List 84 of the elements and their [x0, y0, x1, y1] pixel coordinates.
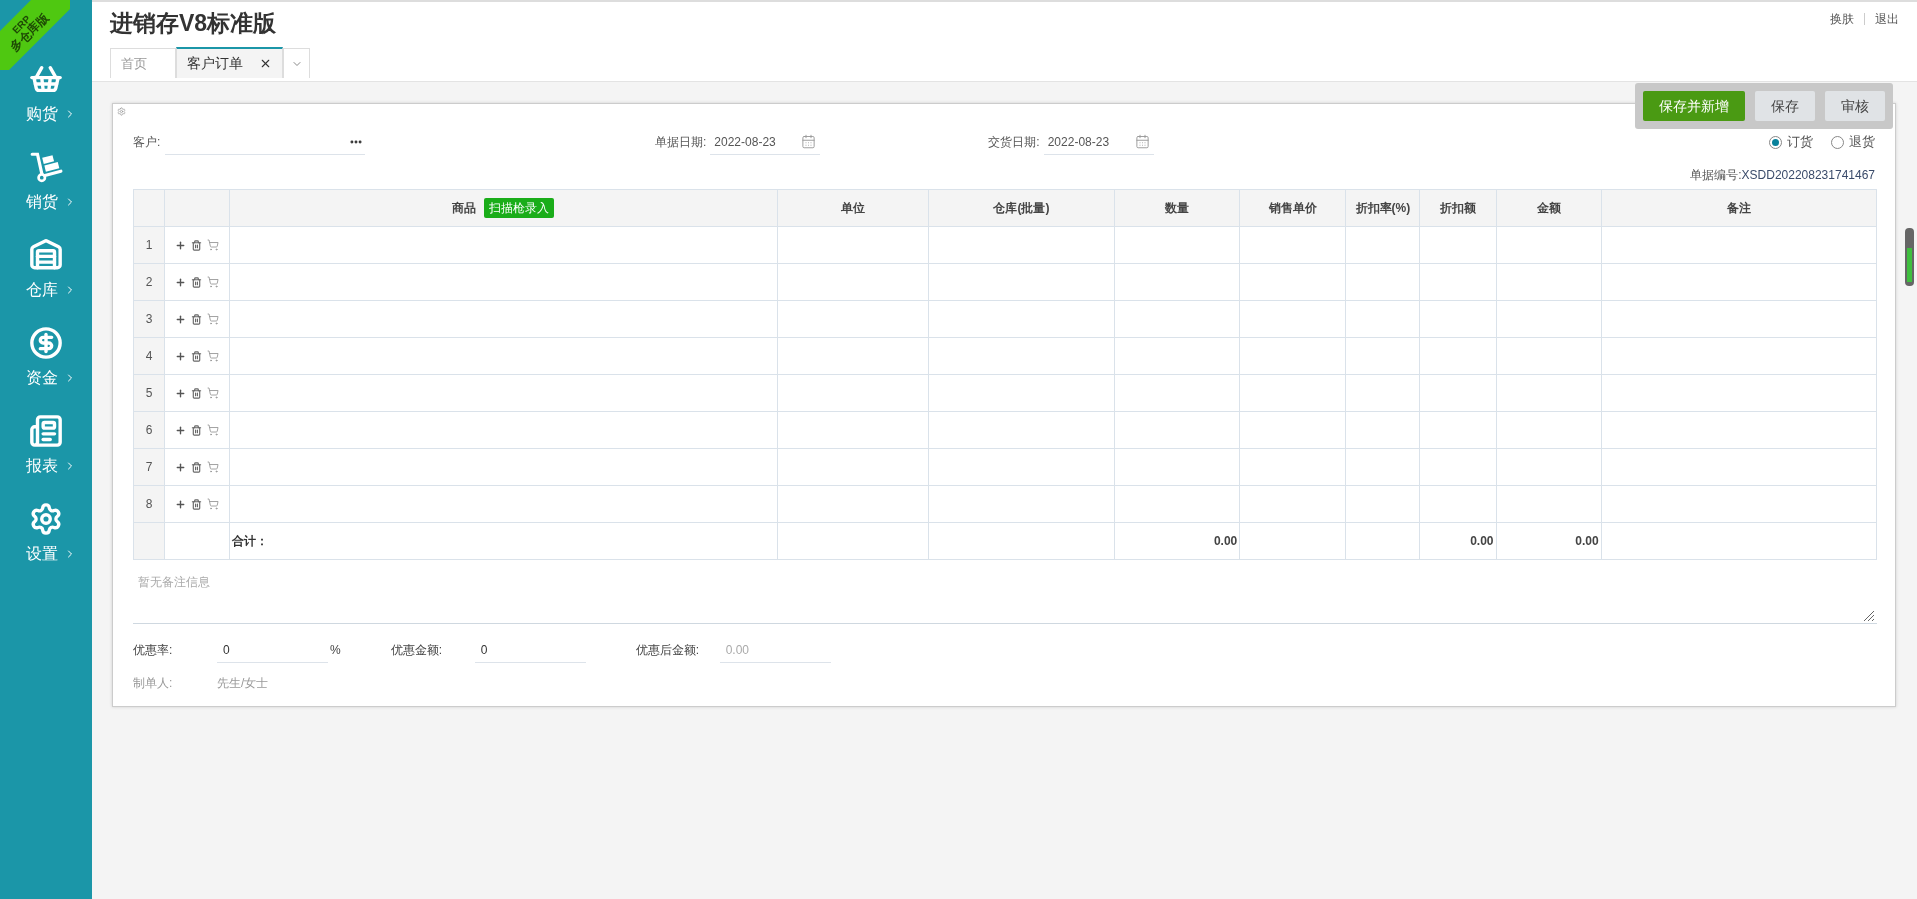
cart-icon[interactable] — [207, 239, 220, 251]
unit-label: % — [330, 642, 341, 659]
resize-grip-icon[interactable] — [1863, 610, 1875, 622]
add-row-icon[interactable] — [175, 350, 187, 362]
add-row-icon[interactable] — [175, 276, 187, 288]
warehouse-icon — [29, 238, 63, 272]
field-label: 客户: — [133, 134, 162, 151]
toolbar-button[interactable]: 审核 — [1825, 91, 1885, 121]
total-value: 0.00 — [1213, 534, 1238, 548]
cart-icon[interactable] — [207, 276, 220, 288]
cart-icon[interactable] — [207, 350, 220, 362]
column-header: 商品 — [452, 200, 477, 217]
newspaper-icon — [29, 414, 63, 448]
field-label: 单据日期: — [655, 134, 707, 151]
row-number: 4 — [145, 349, 153, 363]
column-header: 备注 — [1726, 200, 1751, 217]
add-row-icon[interactable] — [175, 239, 187, 251]
row-number: 6 — [145, 423, 153, 437]
sidebar-item[interactable]: 销货 — [0, 150, 92, 214]
date-field[interactable]: 2022-08-23 — [1043, 129, 1154, 155]
delete-icon[interactable] — [191, 498, 203, 510]
toolbar-button[interactable]: 保存 — [1755, 91, 1815, 121]
header-link[interactable]: 退出 — [1875, 10, 1899, 28]
row-number: 2 — [145, 275, 153, 289]
close-icon[interactable] — [259, 57, 272, 70]
delete-icon[interactable] — [191, 276, 203, 288]
row-number: 1 — [145, 238, 153, 252]
bill-number: 单据编号:XSDD202208231741467 — [1690, 167, 1875, 184]
cart-icon[interactable] — [207, 313, 220, 325]
column-header: 单位 — [840, 200, 865, 217]
column-header: 折扣率(%) — [1355, 200, 1411, 217]
row-number: 3 — [145, 312, 153, 326]
field-label: 制单人: — [133, 675, 174, 692]
column-header: 折扣额 — [1439, 200, 1476, 217]
input-field[interactable]: 0 — [474, 637, 586, 663]
total-label: 合计： — [232, 534, 269, 548]
radio-option[interactable]: 退货 — [1831, 132, 1875, 152]
sidebar-item[interactable]: 仓库 — [0, 238, 92, 302]
calendar-icon[interactable] — [801, 134, 817, 149]
radio-option[interactable]: 订货 — [1769, 132, 1813, 152]
cart-icon[interactable] — [207, 387, 220, 399]
delete-icon[interactable] — [191, 350, 203, 362]
delete-icon[interactable] — [191, 387, 203, 399]
tab[interactable]: 客户订单 — [176, 47, 283, 78]
sidebar-item[interactable]: 报表 — [0, 414, 92, 478]
total-value: 0.00 — [1470, 534, 1494, 548]
scrollbar-drawing[interactable] — [1905, 228, 1914, 286]
add-row-icon[interactable] — [175, 313, 187, 325]
cart-icon[interactable] — [207, 461, 220, 473]
delete-icon[interactable] — [191, 461, 203, 473]
field-label: 优惠后金额: — [635, 642, 700, 659]
total-value: 0.00 — [1575, 534, 1599, 548]
hand-truck-icon — [29, 150, 63, 184]
add-row-icon[interactable] — [175, 461, 187, 473]
column-header: 仓库(批量) — [993, 200, 1050, 217]
cart-icon[interactable] — [207, 424, 220, 436]
remark-field[interactable]: 暂无备注信息 — [133, 568, 1877, 624]
field-label: 交货日期: — [988, 134, 1040, 151]
column-header: 数量 — [1165, 200, 1190, 217]
delete-icon[interactable] — [191, 313, 203, 325]
calendar-icon[interactable] — [1134, 134, 1150, 149]
add-row-icon[interactable] — [175, 498, 187, 510]
add-row-icon[interactable] — [175, 387, 187, 399]
sidebar-item[interactable]: 设置 — [0, 502, 92, 566]
row-number: 5 — [145, 386, 153, 400]
input-field[interactable]: 0 — [217, 637, 328, 663]
field-label: 优惠率: — [133, 642, 174, 659]
toolbar-button[interactable]: 保存并新增 — [1643, 91, 1745, 121]
column-header: 销售单价 — [1268, 200, 1317, 217]
field-label: 优惠金额: — [390, 642, 443, 659]
settings-icon — [29, 502, 63, 536]
dollar-icon — [29, 326, 63, 360]
cart-icon[interactable] — [207, 498, 220, 510]
row-number: 7 — [145, 460, 153, 474]
header-link[interactable]: 换肤 — [1830, 10, 1854, 28]
delete-icon[interactable] — [191, 424, 203, 436]
sidebar-item[interactable]: 资金 — [0, 326, 92, 390]
row-number: 8 — [145, 497, 153, 511]
app-title: 进销存V8标准版 — [110, 9, 277, 38]
date-field[interactable]: 2022-08-23 — [710, 129, 821, 155]
column-header: 金额 — [1536, 200, 1561, 217]
delete-icon[interactable] — [191, 239, 203, 251]
add-row-icon[interactable] — [175, 424, 187, 436]
maker-name: 先生/女士 — [217, 675, 269, 692]
